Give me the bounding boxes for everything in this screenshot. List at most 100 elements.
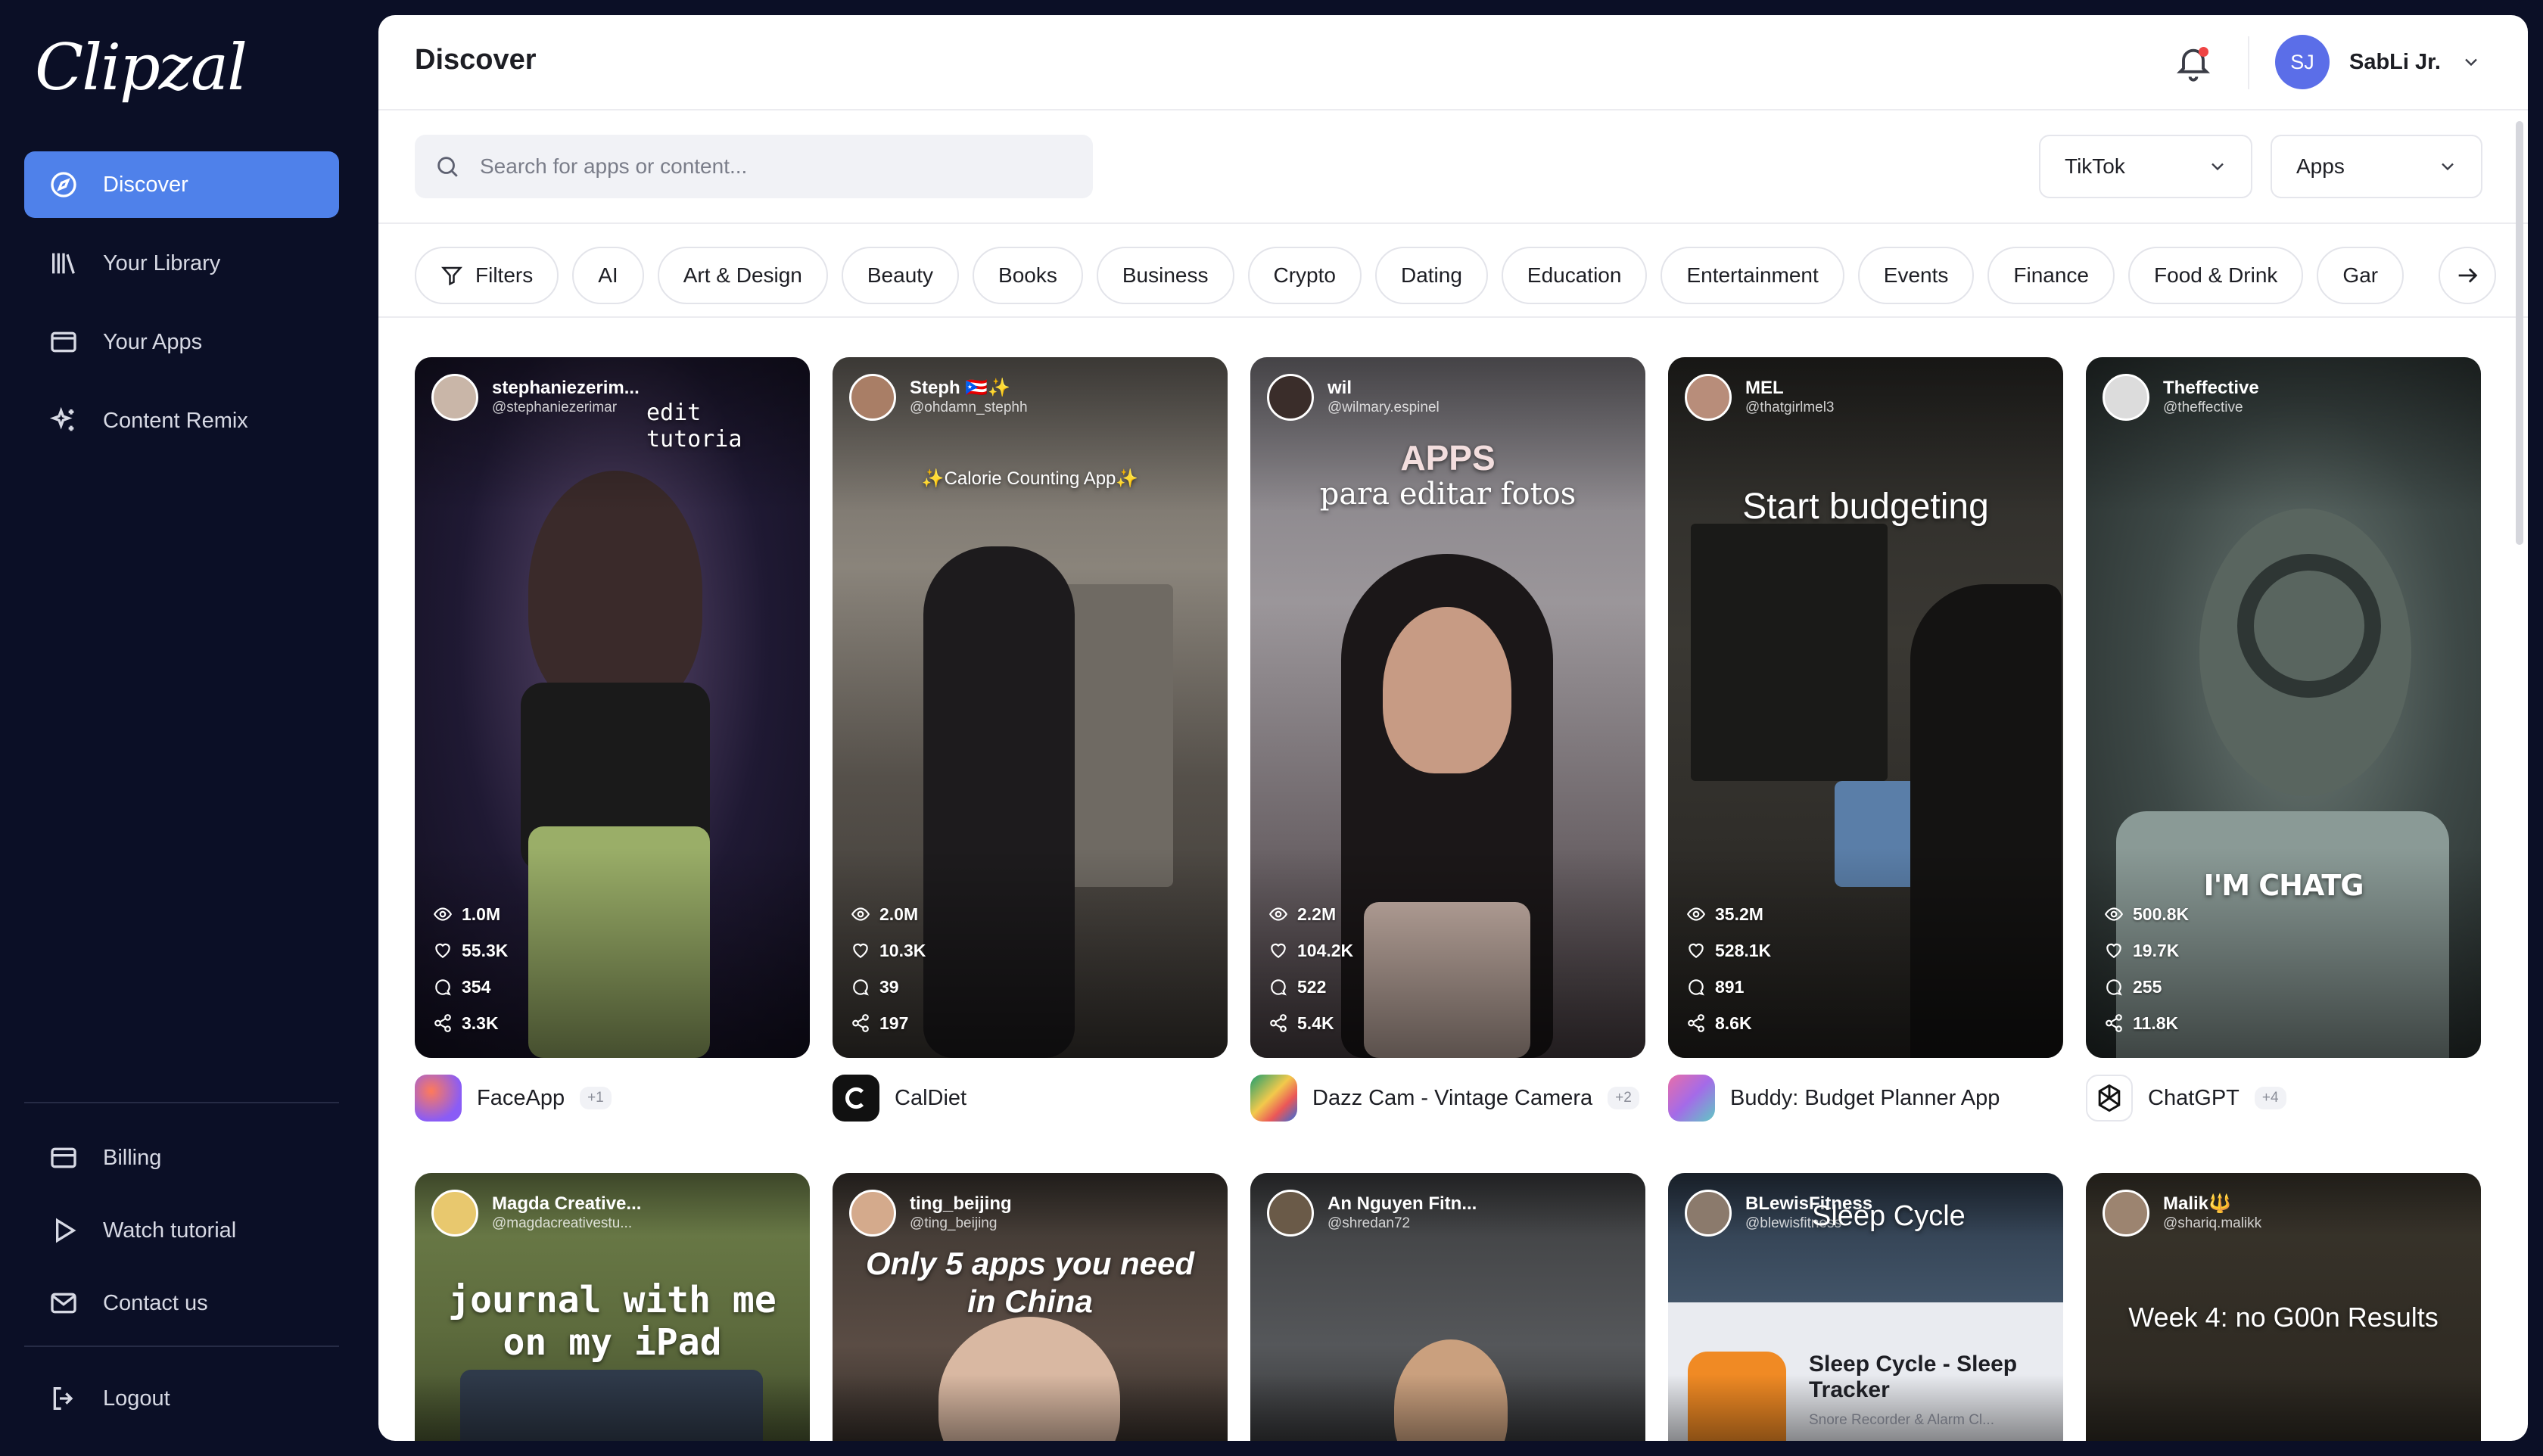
video-overlay-subtext: para editar fotos [1319,477,1577,512]
video-thumbnail[interactable]: Steph 🇵🇷✨ @ohdamn_stephh ✨Calorie Counti… [833,357,1228,1058]
chevron-down-icon [2442,163,2454,171]
comments-stat: 39 [851,969,926,1005]
video-stats: 2.2M 104.2K 522 5.4K [1268,896,1353,1041]
category-chip[interactable]: Food & Drink [2128,247,2304,304]
sidebar-item-your-apps[interactable]: Your Apps [24,309,339,375]
category-chip[interactable]: Crypto [1247,247,1362,304]
app-name: Dazz Cam - Vintage Camera [1312,1085,1593,1110]
category-chip[interactable]: Events [1857,247,1975,304]
video-card[interactable]: ting_beijing @ting_beijing Only 5 apps y… [833,1173,1228,1441]
video-thumbnail[interactable]: Magda Creative... @magdacreativestu... j… [415,1173,810,1441]
type-select[interactable]: Apps [2271,135,2482,198]
video-thumbnail[interactable]: wil @wilmary.espinel APPS para editar fo… [1250,357,1645,1058]
library-icon [52,253,75,274]
author-avatar [2103,1190,2149,1237]
scroll-categories-button[interactable] [2439,247,2496,304]
video-stats: 2.0M 10.3K 39 197 [851,896,926,1041]
video-thumbnail[interactable]: stephaniezerim... @stephaniezerimar edit… [415,357,810,1058]
video-overlay-subtext: in China [967,1283,1093,1319]
heart-icon [853,943,868,958]
search-box[interactable] [415,135,1093,198]
video-card[interactable]: Magda Creative... @magdacreativestu... j… [415,1173,810,1441]
comment-icon [853,979,869,996]
sidebar-item-discover[interactable]: Discover [24,151,339,218]
notification-badge [2199,47,2208,57]
video-card[interactable]: wil @wilmary.espinel APPS para editar fo… [1250,357,1645,1123]
author-handle: @wilmary.espinel [1328,400,1440,415]
video-overlay-caption: Snore Recorder & Alarm Cl... [1809,1412,1994,1428]
comments-stat: 891 [1686,969,1771,1005]
shares-stat: 8.6K [1686,1005,1771,1041]
category-chip[interactable]: Gar [2317,247,2404,304]
sidebar-item-watch-tutorial[interactable]: Watch tutorial [24,1200,339,1261]
video-card[interactable]: MEL @thatgirlmel3 Start budgeting 35.2M … [1668,357,2063,1123]
app-link[interactable]: Buddy: Budget Planner App [1668,1073,2063,1123]
shares-stat: 3.3K [433,1005,508,1041]
category-chip[interactable]: Books [973,247,1083,304]
heart-icon [2106,943,2121,958]
sidebar-item-label: Discover [103,172,188,197]
faceapp-icon [415,1075,462,1122]
author-name: An Nguyen Fitn... [1328,1193,1477,1214]
video-thumbnail[interactable]: BLewisFitness @blewisfitness Sleep Cycle… [1668,1173,2063,1441]
video-card[interactable]: BLewisFitness @blewisfitness Sleep Cycle… [1668,1173,2063,1441]
sidebar-item-label: Billing [103,1145,162,1170]
views-stat: 2.0M [851,896,926,932]
logout-button[interactable]: Logout [24,1368,339,1429]
sidebar-item-billing[interactable]: Billing [24,1128,339,1188]
category-chip[interactable]: Dating [1374,247,1488,304]
app-link[interactable]: Dazz Cam - Vintage Camera +2 [1250,1073,1645,1123]
category-chip[interactable]: Business [1096,247,1234,304]
app-link[interactable]: CalDiet [833,1073,1228,1123]
category-chip[interactable]: Art & Design [657,247,828,304]
video-thumbnail[interactable]: Theffective @theffective I'M CHATG 500.8… [2086,357,2481,1058]
shares-stat: 197 [851,1005,926,1041]
video-thumbnail[interactable]: Malik🔱 @shariq.malikk Week 4: no G00n Re… [2086,1173,2481,1441]
video-card[interactable]: Steph 🇵🇷✨ @ohdamn_stephh ✨Calorie Counti… [833,357,1228,1123]
video-card[interactable]: An Nguyen Fitn... @shredan72 [1250,1173,1645,1441]
sidebar-item-content-remix[interactable]: Content Remix [24,387,339,454]
sidebar-item-label: Your Library [103,250,221,275]
sidebar-item-contact-us[interactable]: Contact us [24,1273,339,1333]
video-overlay-subtext: on my iPad [503,1321,722,1364]
category-chip[interactable]: AI [572,247,644,304]
comment-icon [435,979,451,996]
filters-button[interactable]: Filters [415,247,559,304]
divider [2248,36,2249,89]
video-thumbnail[interactable]: ting_beijing @ting_beijing Only 5 apps y… [833,1173,1228,1441]
comments-count: 891 [1715,976,1745,997]
shares-count: 197 [879,1013,909,1033]
author-name: ting_beijing [910,1193,1012,1214]
video-card[interactable]: Malik🔱 @shariq.malikk Week 4: no G00n Re… [2086,1173,2481,1441]
logout-icon [53,1387,73,1410]
video-card[interactable]: Theffective @theffective I'M CHATG 500.8… [2086,357,2481,1123]
scrollbar[interactable] [2516,121,2523,545]
search-input[interactable] [480,154,1070,179]
video-thumbnail[interactable]: MEL @thatgirlmel3 Start budgeting 35.2M … [1668,357,2063,1058]
brand-logo[interactable]: Clipzal [35,30,247,104]
compass-icon [51,172,76,198]
user-menu[interactable]: SJ SabLi Jr. [2275,35,2482,89]
app-link[interactable]: ChatGPT +4 [2086,1073,2481,1123]
app-name: Buddy: Budget Planner App [1730,1085,2000,1110]
author-avatar [431,374,478,421]
platform-select[interactable]: TikTok [2039,135,2252,198]
video-thumbnail[interactable]: An Nguyen Fitn... @shredan72 [1250,1173,1645,1441]
app-link[interactable]: FaceApp +1 [415,1073,810,1123]
category-chip[interactable]: Education [1501,247,1648,304]
views-count: 500.8K [2133,904,2190,924]
sidebar-item-your-library[interactable]: Your Library [24,230,339,297]
filters-label: Filters [475,263,534,287]
category-chip[interactable]: Beauty [841,247,960,304]
arrow-right-icon [2458,268,2478,283]
user-name: SabLi Jr. [2349,49,2441,74]
category-chip[interactable]: Entertainment [1661,247,1844,304]
shares-count: 8.6K [1715,1013,1752,1033]
notifications-button[interactable] [2174,44,2213,83]
video-card[interactable]: stephaniezerim... @stephaniezerimar edit… [415,357,810,1123]
category-chip[interactable]: Finance [1987,247,2115,304]
video-author: Theffective @theffective [2103,374,2259,421]
page-title: Discover [415,44,537,76]
top-bar: Discover SJ SabLi Jr. [378,15,2528,110]
more-apps-badge: +4 [2254,1087,2286,1109]
